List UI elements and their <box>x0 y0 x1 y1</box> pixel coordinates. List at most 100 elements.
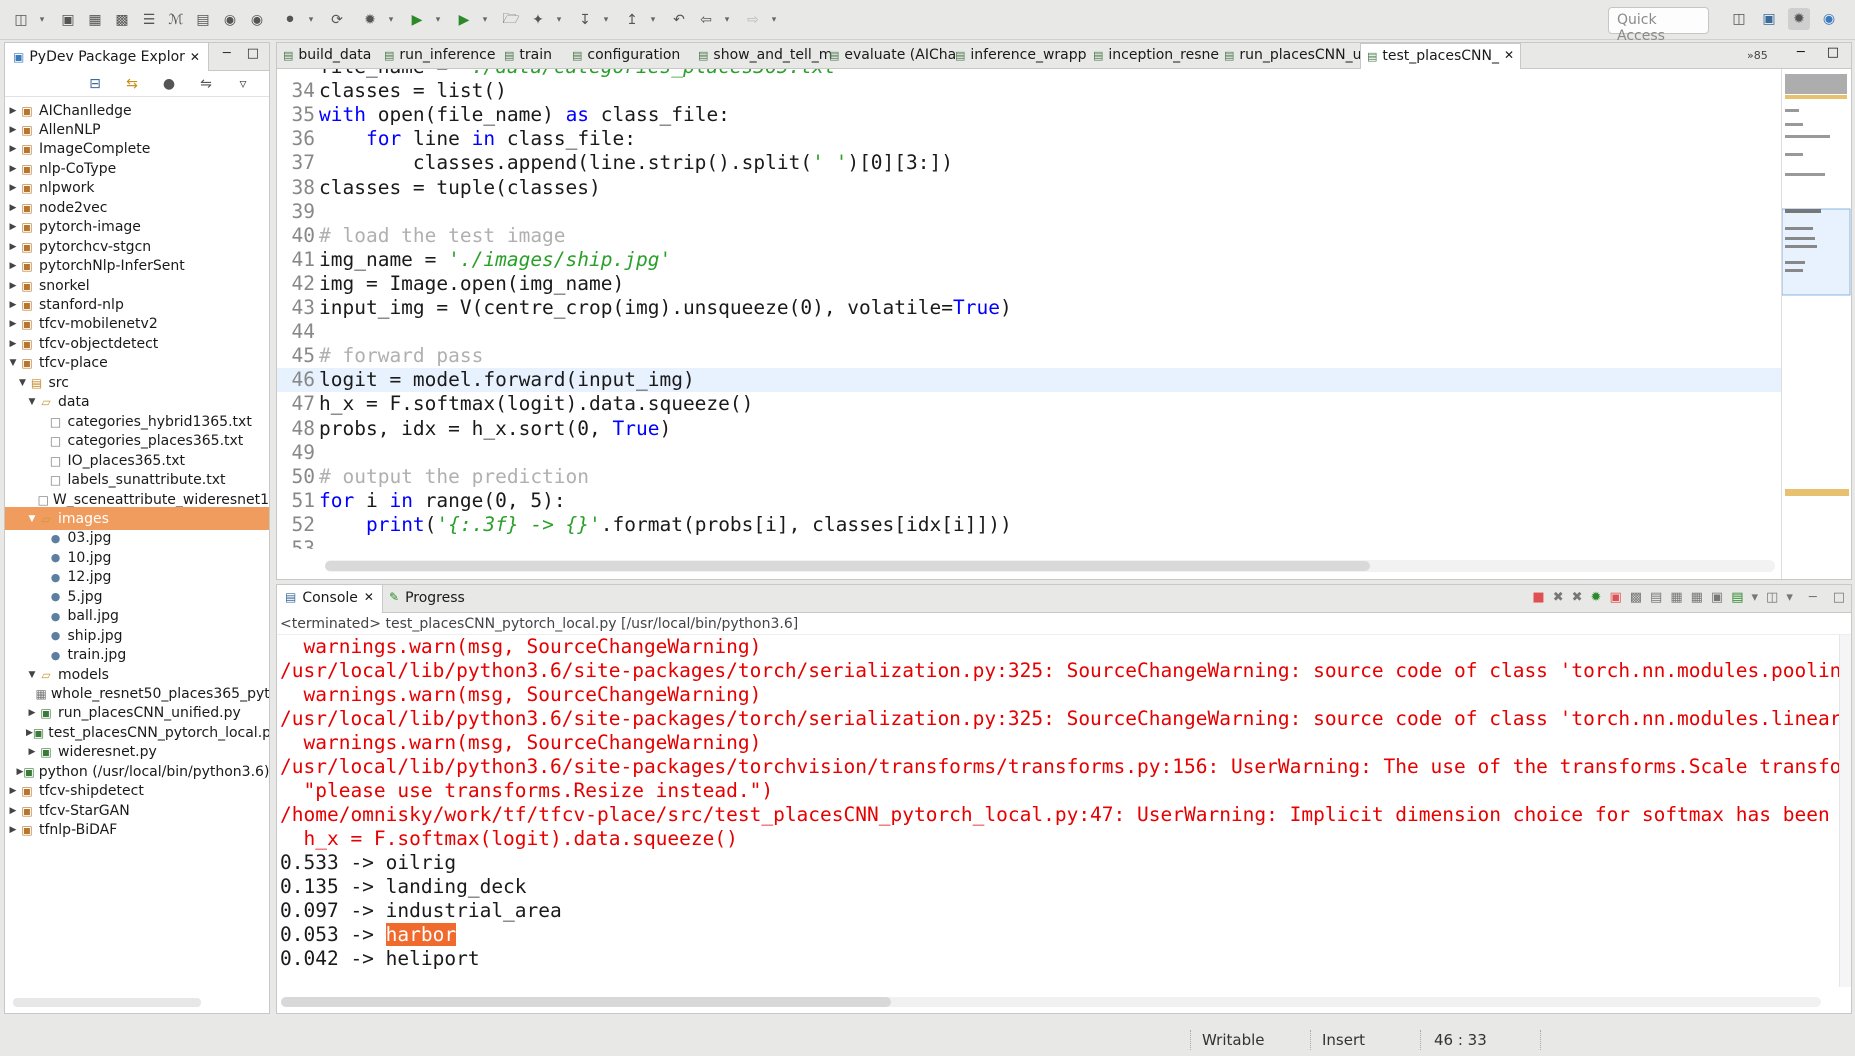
console-horizontal-scrollbar[interactable] <box>281 997 1821 1007</box>
expand-right-icon[interactable]: ▶ <box>26 747 38 757</box>
debug-console-icon[interactable]: ✹ <box>1591 590 1602 605</box>
tab-progress[interactable]: ✎ Progress <box>381 585 473 613</box>
expand-right-icon[interactable]: ▶ <box>7 125 19 135</box>
remove-launch-icon[interactable]: ✖ <box>1553 590 1564 605</box>
pydev-icon[interactable]: ◉ <box>219 9 241 31</box>
code-line[interactable]: 51 for i in range(0, 5): <box>277 489 1781 513</box>
run-icon[interactable]: ▶ <box>406 9 428 31</box>
minimize-icon[interactable]: ─ <box>223 46 231 61</box>
code-line[interactable]: 48 probs, idx = h_x.sort(0, True) <box>277 417 1781 441</box>
tab-package-explorer[interactable]: ▣ PyDev Package Explor ✕ <box>5 43 209 71</box>
new-dropdown-icon[interactable]: ▾ <box>37 9 47 31</box>
code-minimap[interactable] <box>1781 69 1851 579</box>
editor-horizontal-scrollbar[interactable] <box>325 560 1775 572</box>
code-line[interactable]: 44 <box>277 320 1781 344</box>
open-perspective-icon[interactable]: ◫ <box>1728 8 1750 30</box>
terminate-icon[interactable]: ■ <box>1532 590 1544 605</box>
editor-tab[interactable]: ▤ inception_resne <box>1087 43 1225 69</box>
code-line[interactable]: 35 with open(file_name) as class_file: <box>277 103 1781 127</box>
outline-icon[interactable]: ☰ <box>138 9 160 31</box>
debug-perspective-icon[interactable]: ✹ <box>1788 8 1810 30</box>
tab-console[interactable]: ▤ Console ✕ <box>277 585 383 613</box>
pydev-run-icon[interactable]: ⚫ <box>279 9 301 31</box>
pydev-perspective-icon[interactable]: ◉ <box>1818 8 1840 30</box>
show-on-output-icon[interactable]: ▦ <box>1670 590 1682 605</box>
expand-right-icon[interactable]: ▶ <box>26 728 33 738</box>
code-line[interactable]: 52 print('{:.3f} -> {}'.format(probs[i],… <box>277 513 1781 537</box>
horizontal-scrollbar[interactable] <box>13 998 201 1007</box>
script-icon[interactable]: ℳ <box>165 9 187 31</box>
editor-tab[interactable]: ▤ run_inference <box>378 43 501 69</box>
focus-icon[interactable]: ⇋ <box>195 73 217 95</box>
toggle-mark-icon[interactable]: ▩ <box>111 9 133 31</box>
close-icon[interactable]: ✕ <box>190 50 200 64</box>
show-on-error-icon[interactable]: ▦ <box>1691 590 1703 605</box>
expand-down-icon[interactable]: ▼ <box>26 514 38 524</box>
console-output[interactable]: warnings.warn(msg, SourceChangeWarning) /… <box>280 635 1840 987</box>
minimize-icon[interactable]: ─ <box>1797 45 1805 60</box>
pydev-dropdown-icon[interactable]: ▾ <box>306 9 316 31</box>
clear-console-icon[interactable]: ▣ <box>1609 590 1621 605</box>
code-line[interactable]: 37 classes.append(line.strip().split(' '… <box>277 151 1781 175</box>
code-line[interactable]: 38 classes = tuple(classes) <box>277 176 1781 200</box>
java-perspective-icon[interactable]: ▣ <box>1758 8 1780 30</box>
more-tabs[interactable]: »85 <box>1747 49 1768 62</box>
expand-right-icon[interactable]: ▶ <box>7 300 19 310</box>
expand-right-icon[interactable]: ▶ <box>7 183 19 193</box>
next-annotation-dropdown-icon[interactable]: ▾ <box>601 9 611 31</box>
code-line[interactable]: 42 img = Image.open(img_name) <box>277 272 1781 296</box>
expand-down-icon[interactable]: ▼ <box>26 670 38 680</box>
prev-annotation-dropdown-icon[interactable]: ▾ <box>648 9 658 31</box>
expand-right-icon[interactable]: ▶ <box>7 261 19 271</box>
code-line[interactable]: 36 for line in class_file: <box>277 127 1781 151</box>
code-line[interactable]: file_name = './data/categories_places365… <box>277 69 1781 79</box>
quick-access-input[interactable]: Quick Access <box>1608 7 1709 44</box>
expand-down-icon[interactable]: ▼ <box>7 358 19 368</box>
close-icon[interactable]: ✕ <box>1504 48 1514 69</box>
editor-tab[interactable]: ▤ configuration <box>566 43 686 69</box>
expand-right-icon[interactable]: ▶ <box>7 786 19 796</box>
remove-all-icon[interactable]: ✖ <box>1572 590 1583 605</box>
expand-right-icon[interactable]: ▶ <box>7 203 19 213</box>
wand-icon[interactable]: ✦ <box>527 9 549 31</box>
last-edit-icon[interactable]: ↶ <box>668 9 690 31</box>
code-line[interactable]: 39 <box>277 200 1781 224</box>
back-dropdown-icon[interactable]: ▾ <box>722 9 732 31</box>
code-line[interactable]: 46 logit = model.forward(input_img) <box>277 368 1781 393</box>
refresh-icon[interactable]: ⟳ <box>326 9 348 31</box>
close-icon[interactable]: ✕ <box>364 590 374 613</box>
debug-icon[interactable]: ✹ <box>359 9 381 31</box>
maximize-icon[interactable]: □ <box>247 46 259 61</box>
save-all-icon[interactable]: ▦ <box>84 9 106 31</box>
pydev-package-icon[interactable]: ◉ <box>246 9 268 31</box>
scroll-lock-icon[interactable]: ▩ <box>1630 590 1642 605</box>
editor-tab[interactable]: ▤ build_data <box>277 43 377 69</box>
console-icon[interactable]: ▤ <box>192 9 214 31</box>
expand-down-icon[interactable]: ▼ <box>17 378 29 388</box>
editor-tab[interactable]: ▤ test_placesCNN_ ✕ <box>1360 43 1522 69</box>
editor-tab[interactable]: ▤ inference_wrapp <box>949 43 1093 69</box>
scroll-thumb[interactable] <box>325 561 1370 571</box>
expand-down-icon[interactable]: ▼ <box>26 397 38 407</box>
view-menu-icon[interactable]: ▿ <box>232 73 254 95</box>
forward-dropdown-icon[interactable]: ▾ <box>769 9 779 31</box>
expand-right-icon[interactable]: ▶ <box>17 767 24 777</box>
display-console-dropdown-icon[interactable]: ▾ <box>1752 590 1759 605</box>
open-folder-icon[interactable]: 🗁 <box>500 9 522 31</box>
maximize-icon[interactable]: □ <box>1833 590 1845 605</box>
back-icon[interactable]: ⇦ <box>695 9 717 31</box>
expand-right-icon[interactable]: ▶ <box>26 708 38 718</box>
external-tools-icon[interactable]: ▶ <box>453 9 475 31</box>
expand-right-icon[interactable]: ▶ <box>7 242 19 252</box>
editor-tab[interactable]: ▤ show_and_tell_m <box>692 43 838 69</box>
expand-right-icon[interactable]: ▶ <box>7 319 19 329</box>
expand-right-icon[interactable]: ▶ <box>7 144 19 154</box>
expand-right-icon[interactable]: ▶ <box>7 825 19 835</box>
code-area[interactable]: file_name = './data/categories_places365… <box>277 69 1781 549</box>
scroll-thumb[interactable] <box>281 997 891 1007</box>
code-line[interactable]: 53 <box>277 537 1781 549</box>
code-line[interactable]: 41 img_name = './images/ship.jpg' <box>277 248 1781 272</box>
editor-tab[interactable]: ▤ run_placesCNN_u <box>1218 43 1367 69</box>
editor-tab[interactable]: ▤ train <box>498 43 558 69</box>
expand-right-icon[interactable]: ▶ <box>7 222 19 232</box>
